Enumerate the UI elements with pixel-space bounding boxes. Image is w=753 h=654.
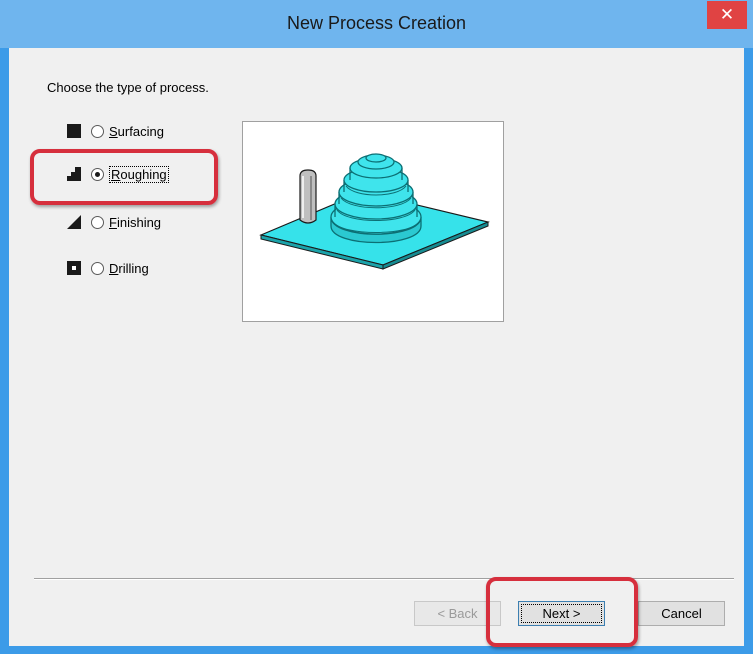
roughing-preview-illustration	[259, 153, 490, 270]
close-button[interactable]: ✕	[707, 1, 747, 29]
next-button-highlight	[486, 577, 638, 647]
cancel-button-label: Cancel	[661, 606, 702, 621]
option-surfacing[interactable]: Surfacing	[67, 120, 164, 142]
process-preview-image	[242, 121, 504, 322]
instruction-text: Choose the type of process.	[47, 80, 209, 95]
cancel-button[interactable]: Cancel	[638, 601, 725, 626]
option-drilling[interactable]: Drilling	[67, 257, 149, 279]
window-title: New Process Creation	[286, 13, 467, 33]
roughing-highlight	[30, 149, 218, 205]
option-finishing[interactable]: Finishing	[67, 211, 161, 233]
surfacing-label: Surfacing	[109, 123, 164, 139]
finishing-label: Finishing	[109, 214, 162, 230]
surfacing-radio[interactable]	[91, 124, 104, 138]
back-button-label: < Back	[437, 606, 478, 621]
drilling-radio[interactable]	[91, 261, 104, 275]
drilling-icon	[67, 261, 81, 275]
finishing-radio[interactable]	[91, 215, 104, 229]
title-bar[interactable]: New Process Creation ✕	[0, 0, 753, 48]
dialog-body: Choose the type of process. Surfacing Ro…	[9, 48, 744, 646]
dialog-window: New Process Creation ✕ Choose the type o…	[0, 0, 753, 654]
surfacing-icon	[67, 124, 81, 138]
close-icon: ✕	[719, 5, 735, 24]
drilling-label: Drilling	[109, 260, 149, 276]
finishing-icon	[67, 215, 81, 229]
